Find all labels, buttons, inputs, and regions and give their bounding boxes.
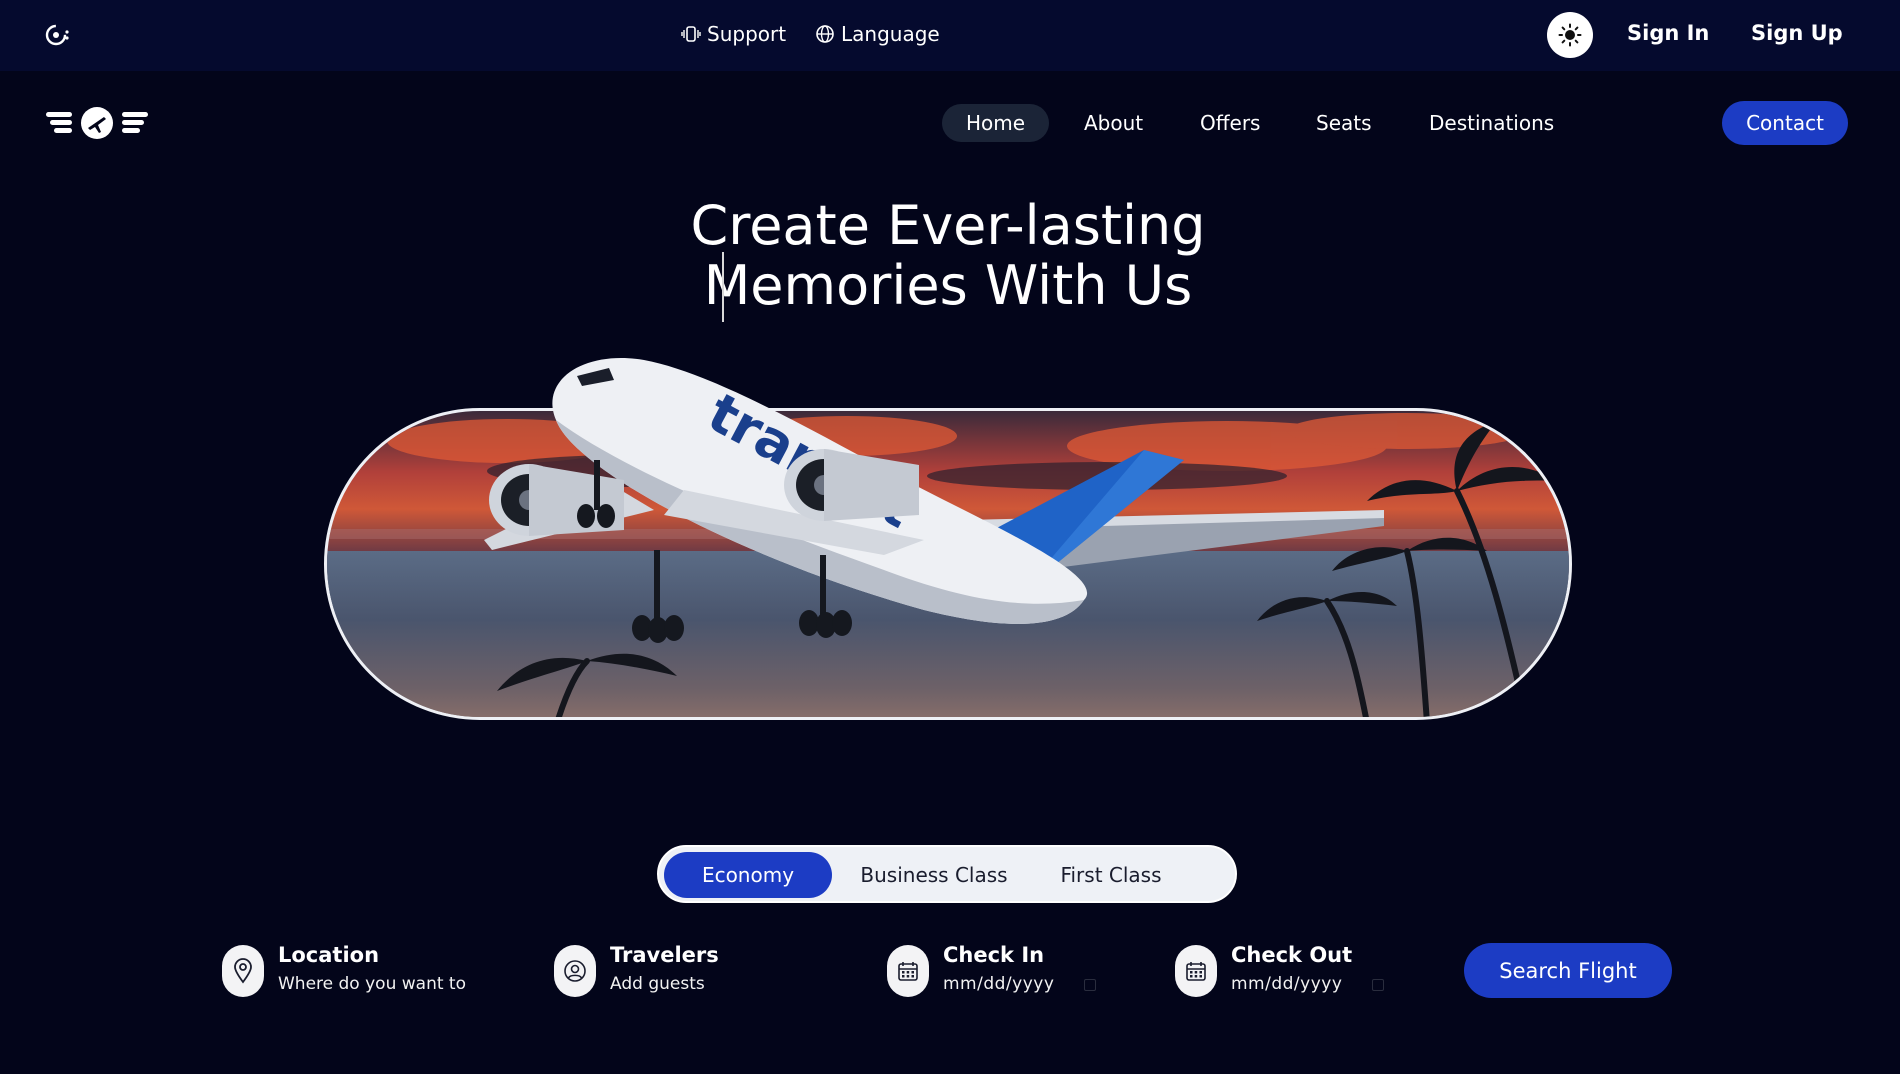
cabin-class-tabs: Economy Business Class First Class — [657, 845, 1237, 903]
brand-logo[interactable] — [46, 106, 148, 140]
sign-up-link[interactable]: Sign Up — [1751, 21, 1843, 45]
nav-seats[interactable]: Seats — [1316, 104, 1372, 142]
vibrate-phone-icon — [681, 26, 701, 42]
check-in-date-input[interactable]: mm/dd/yyyy — [943, 974, 1054, 994]
airplane-image: transat — [484, 358, 1384, 643]
tab-first-class[interactable]: First Class — [1043, 852, 1179, 898]
travelers-label: Travelers — [610, 943, 719, 967]
location-input[interactable]: Where do you want to — [278, 974, 466, 994]
brand-mini-icon[interactable] — [45, 23, 71, 47]
check-out-date-input[interactable]: mm/dd/yyyy — [1231, 974, 1342, 994]
check-out-picker-icon[interactable] — [1372, 979, 1384, 991]
support-label: Support — [707, 22, 787, 46]
nav-home[interactable]: Home — [942, 104, 1049, 142]
search-flight-button[interactable]: Search Flight — [1464, 943, 1672, 998]
sun-icon — [1558, 23, 1582, 47]
user-icon — [554, 945, 596, 997]
text-caret — [722, 252, 724, 322]
check-in-picker-icon[interactable] — [1084, 979, 1096, 991]
sign-in-link[interactable]: Sign In — [1627, 21, 1709, 45]
globe-icon — [816, 25, 834, 43]
nav-about[interactable]: About — [1084, 104, 1143, 142]
travelers-input[interactable]: Add guests — [610, 974, 705, 994]
hero-title-line2: Memories With Us — [703, 254, 1193, 317]
calendar-icon — [1175, 945, 1217, 997]
language-label: Language — [841, 22, 940, 46]
support-link[interactable]: Support — [681, 22, 786, 46]
contact-button[interactable]: Contact — [1722, 101, 1848, 145]
calendar-icon — [887, 945, 929, 997]
hero-title-line1: Create Ever-lasting — [690, 194, 1206, 257]
nav-offers[interactable]: Offers — [1200, 104, 1260, 142]
check-in-label: Check In — [943, 943, 1045, 967]
hero-title: Create Ever-lasting Memories With Us — [560, 196, 1336, 316]
check-out-label: Check Out — [1231, 943, 1353, 967]
nav-destinations[interactable]: Destinations — [1429, 104, 1554, 142]
tab-business-class[interactable]: Business Class — [849, 852, 1019, 898]
language-selector[interactable]: Language — [815, 22, 940, 46]
tab-economy[interactable]: Economy — [664, 852, 832, 898]
theme-toggle-button[interactable] — [1547, 12, 1593, 58]
location-label: Location — [278, 943, 380, 967]
map-pin-icon — [222, 945, 264, 997]
top-bar: Support Language Sign In Sign Up — [0, 0, 1900, 71]
